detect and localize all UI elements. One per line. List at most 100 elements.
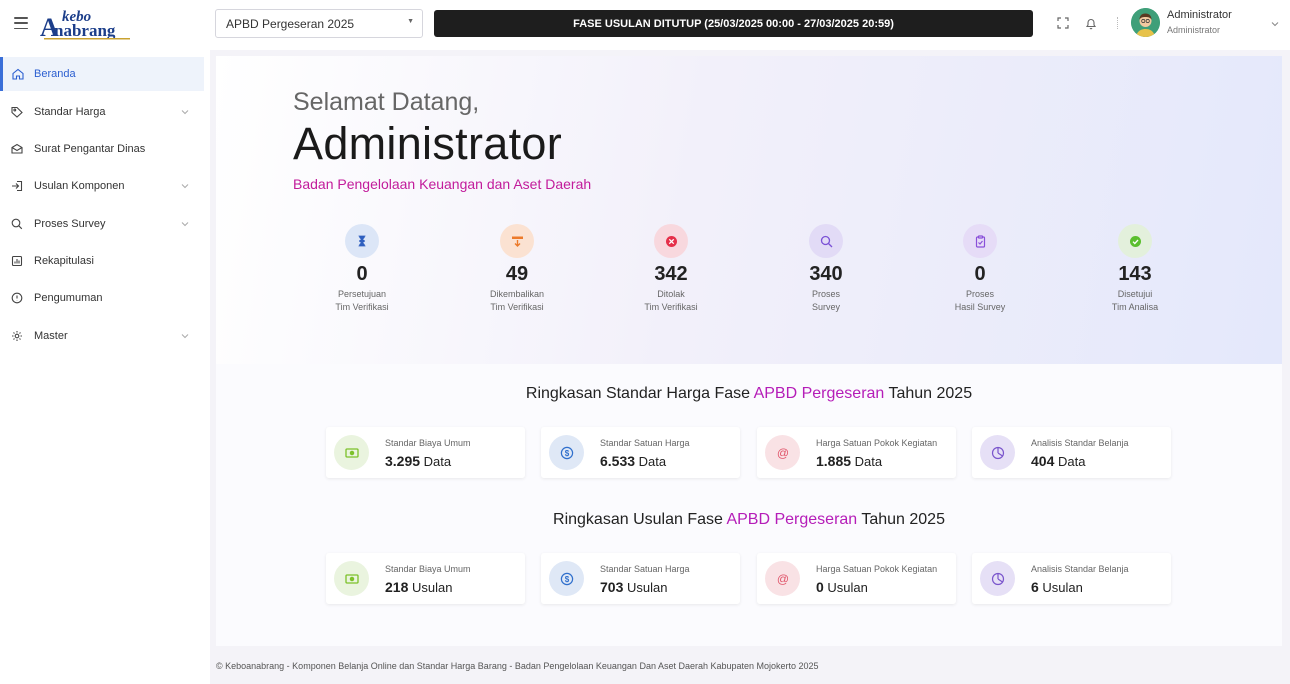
card-title: Analisis Standar Belanja bbox=[1031, 438, 1129, 448]
app-logo[interactable]: kebo nabrang A bbox=[40, 6, 136, 42]
stat-value: 0 bbox=[974, 263, 986, 285]
svg-text:$: $ bbox=[564, 449, 569, 458]
sidebar-item-label: Surat Pengantar Dinas bbox=[34, 143, 146, 155]
agency-name: Badan Pengelolaan Keuangan dan Aset Daer… bbox=[293, 176, 592, 192]
stat-label-line1: Proses bbox=[811, 289, 840, 299]
card-title: Standar Satuan Harga bbox=[600, 438, 690, 448]
title-suffix: Tahun 2025 bbox=[884, 385, 973, 402]
card-value: 6 bbox=[1031, 579, 1039, 595]
stat-ditolak: 342 Ditolak Tim Verifikasi bbox=[611, 224, 731, 314]
avatar[interactable] bbox=[1131, 8, 1160, 37]
login-icon bbox=[12, 180, 23, 192]
card-value: 3.295 bbox=[385, 453, 421, 469]
hourglass-icon bbox=[345, 224, 379, 258]
sidebar-item-label: Master bbox=[34, 330, 68, 342]
envelope-icon bbox=[11, 143, 23, 154]
menu-toggle-icon[interactable] bbox=[14, 17, 28, 29]
svg-text:@: @ bbox=[776, 572, 788, 586]
user-role: Administrator bbox=[1167, 25, 1221, 35]
card-unit: Usulan bbox=[823, 580, 868, 595]
gear-icon bbox=[12, 331, 22, 341]
stat-label-line2: Tim Verifikasi bbox=[335, 302, 389, 312]
card-title: Harga Satuan Pokok Kegiatan bbox=[816, 438, 938, 448]
title-accent: APBD Pergeseran bbox=[726, 511, 858, 528]
title-suffix: Tahun 2025 bbox=[857, 511, 945, 528]
sidebar-item-surat-pengantar-dinas[interactable]: Surat Pengantar Dinas bbox=[0, 132, 204, 166]
card-standar-satuan-harga[interactable]: $ Standar Satuan Harga 6.533 Data bbox=[541, 427, 740, 478]
user-name: Administrator bbox=[1167, 9, 1232, 21]
sidebar-item-usulan-komponen[interactable]: Usulan Komponen bbox=[0, 169, 204, 203]
stat-label-line1: Ditolak bbox=[657, 289, 685, 299]
card-value: 218 bbox=[385, 579, 409, 595]
card-value: 703 bbox=[600, 579, 624, 595]
sidebar-item-rekapitulasi[interactable]: Rekapitulasi bbox=[0, 244, 204, 278]
check-circle-icon bbox=[1118, 224, 1152, 258]
welcome-user-name: Administrator bbox=[293, 118, 562, 169]
dollar-icon: $ bbox=[549, 435, 584, 470]
phase-banner: FASE USULAN DITUTUP (25/03/2025 00:00 - … bbox=[434, 10, 1033, 37]
card-value: 1.885 bbox=[816, 453, 852, 469]
stat-value: 342 bbox=[654, 263, 688, 285]
card-unit: Usulan bbox=[408, 580, 453, 595]
x-circle-icon bbox=[654, 224, 688, 258]
stat-label-line1: Persetujuan bbox=[337, 289, 387, 299]
welcome-panel: Selamat Datang, Administrator Badan Peng… bbox=[216, 56, 1282, 364]
stat-label-line2: Tim Analisa bbox=[1111, 302, 1159, 312]
dollar-icon: $ bbox=[549, 561, 584, 596]
home-icon bbox=[12, 68, 24, 80]
summary-usulan-title: Ringkasan Usulan Fase APBD Pergeseran Ta… bbox=[216, 511, 1282, 529]
card-title: Standar Biaya Umum bbox=[385, 438, 471, 448]
svg-text:$: $ bbox=[564, 575, 569, 584]
sidebar-item-label: Pengumuman bbox=[34, 292, 103, 304]
sidebar-item-proses-survey[interactable]: Proses Survey bbox=[0, 207, 204, 241]
sidebar-item-standar-harga[interactable]: Standar Harga bbox=[0, 95, 204, 129]
top-bar: kebo nabrang A APBD Pergeseran 2025 ▼ FA… bbox=[0, 0, 1290, 50]
tag-icon bbox=[11, 106, 23, 118]
stat-proses-survey: 340 Proses Survey bbox=[766, 224, 886, 314]
card-analisis-standar-belanja[interactable]: Analisis Standar Belanja 404 Data bbox=[972, 427, 1171, 478]
user-menu-chevron-icon[interactable] bbox=[1270, 16, 1282, 28]
card-unit: Data bbox=[420, 454, 452, 469]
title-accent: APBD Pergeseran bbox=[753, 385, 885, 402]
card-unit: Usulan bbox=[623, 580, 668, 595]
stat-label-line1: Proses bbox=[965, 289, 994, 299]
sidebar-item-label: Rekapitulasi bbox=[34, 255, 94, 267]
sidebar-item-label: Proses Survey bbox=[34, 218, 106, 230]
period-select-value: APBD Pergeseran 2025 bbox=[226, 16, 355, 31]
footer-text: © Keboanabrang - Komponen Belanja Online… bbox=[216, 661, 819, 671]
stat-value: 49 bbox=[505, 263, 529, 285]
card-standar-biaya-umum[interactable]: Standar Biaya Umum 3.295 Data bbox=[326, 427, 525, 478]
card-usulan-analisis-standar-belanja[interactable]: Analisis Standar Belanja 6 Usulan bbox=[972, 553, 1171, 604]
search-icon bbox=[11, 218, 23, 230]
card-title: Harga Satuan Pokok Kegiatan bbox=[816, 564, 938, 574]
stat-label-line2: Hasil Survey bbox=[954, 302, 1006, 312]
at-icon: @ bbox=[765, 435, 800, 470]
svg-text:A: A bbox=[40, 13, 59, 42]
card-title: Standar Satuan Harga bbox=[600, 564, 690, 574]
card-usulan-standar-satuan-harga[interactable]: $ Standar Satuan Harga 703 Usulan bbox=[541, 553, 740, 604]
stat-value: 340 bbox=[809, 263, 843, 285]
chevron-down-icon: ▼ bbox=[407, 18, 414, 25]
pie-icon bbox=[980, 435, 1015, 470]
card-unit: Usulan bbox=[1038, 580, 1083, 595]
stat-dikembalikan: 49 Dikembalikan Tim Verifikasi bbox=[457, 224, 577, 314]
sidebar-item-master[interactable]: Master bbox=[0, 319, 204, 353]
bell-icon[interactable] bbox=[1083, 15, 1099, 31]
title-prefix: Ringkasan Usulan Fase bbox=[553, 511, 727, 528]
period-select[interactable]: APBD Pergeseran 2025 ▼ bbox=[215, 9, 423, 38]
stat-label-line2: Survey bbox=[811, 302, 840, 312]
card-harga-satuan-pokok-kegiatan[interactable]: @ Harga Satuan Pokok Kegiatan 1.885 Data bbox=[757, 427, 956, 478]
sidebar-item-pengumuman[interactable]: Pengumuman bbox=[0, 281, 204, 315]
svg-text:nabrang: nabrang bbox=[54, 21, 116, 40]
fullscreen-icon[interactable] bbox=[1055, 15, 1071, 31]
money-icon bbox=[334, 435, 369, 470]
sidebar-item-beranda[interactable]: Beranda bbox=[0, 57, 204, 91]
card-usulan-harga-satuan-pokok-kegiatan[interactable]: @ Harga Satuan Pokok Kegiatan 0 Usulan bbox=[757, 553, 956, 604]
card-usulan-standar-biaya-umum[interactable]: Standar Biaya Umum 218 Usulan bbox=[326, 553, 525, 604]
card-value: 0 bbox=[816, 579, 824, 595]
at-icon: @ bbox=[765, 561, 800, 596]
chevron-down-icon bbox=[181, 334, 189, 339]
chevron-down-icon bbox=[181, 222, 189, 227]
summary-standar-title: Ringkasan Standar Harga Fase APBD Perges… bbox=[216, 385, 1282, 403]
card-unit: Data bbox=[635, 454, 667, 469]
